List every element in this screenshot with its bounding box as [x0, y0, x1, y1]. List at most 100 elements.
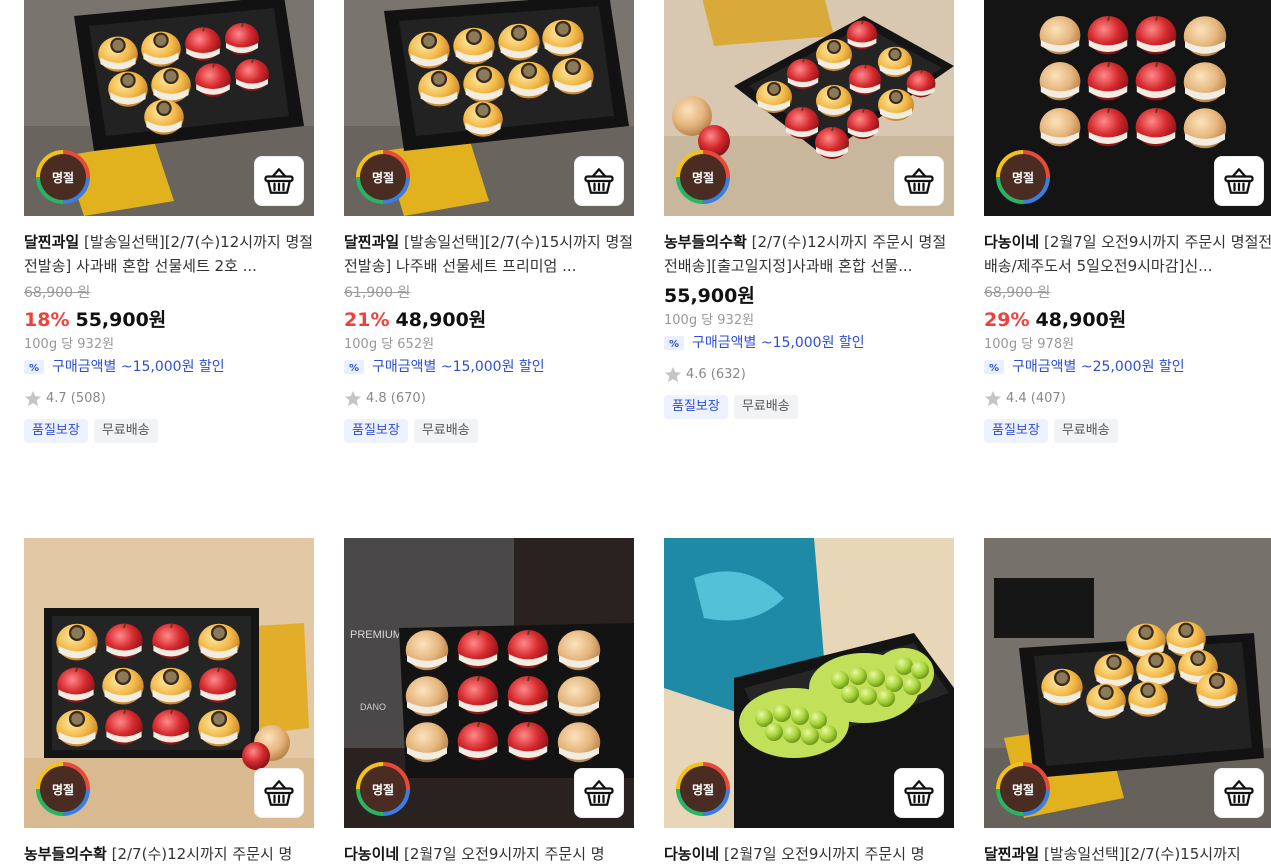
- product-title[interactable]: 다농이네 [2월7일 오전9시까지 주문시 명: [344, 842, 634, 867]
- box-brand-text-2: DANO: [360, 702, 386, 712]
- sale-price: 48,900원: [395, 309, 487, 331]
- holiday-badge: 명절: [36, 762, 90, 816]
- product-brand: 달찐과일: [984, 845, 1040, 863]
- rating-text: 4.6 (632): [686, 367, 746, 382]
- rating: 4.6 (632): [664, 362, 954, 388]
- basket-icon: [1221, 163, 1257, 199]
- sale-price-line: 21% 48,900원: [344, 306, 634, 334]
- box-brand-text: PREMIUM: [350, 629, 402, 641]
- basket-icon: [581, 775, 617, 811]
- star-icon: [344, 390, 362, 407]
- coupon-link[interactable]: 구매금액별 ~15,000원 할인: [344, 355, 634, 381]
- add-to-cart-button[interactable]: [1214, 768, 1264, 818]
- product-image[interactable]: 명절: [664, 538, 954, 828]
- product-image[interactable]: 명절: [24, 538, 314, 828]
- product-image[interactable]: PREMIUM DANO 명절: [344, 538, 634, 828]
- original-price: 68,900 원: [984, 285, 1051, 301]
- product-info: 다농이네 [2월7일 오전9시까지 주문시 명: [664, 842, 954, 867]
- product-brand: 농부들의수확: [24, 845, 107, 863]
- product-image[interactable]: 명절: [984, 0, 1271, 216]
- holiday-badge: 명절: [996, 150, 1050, 204]
- add-to-cart-button[interactable]: [894, 768, 944, 818]
- holiday-badge: 명절: [676, 150, 730, 204]
- product-image[interactable]: 명절: [664, 0, 954, 216]
- product-brand: 다농이네: [344, 845, 400, 863]
- unit-price: 100g 당 932원: [24, 337, 115, 352]
- tag-quality: 품질보장: [344, 419, 408, 443]
- holiday-badge: 명절: [356, 150, 410, 204]
- product-title[interactable]: 농부들의수확 [2/7(수)12시까지 주문시 명절전배송][출고일지정]사과배…: [664, 230, 954, 278]
- sale-price: 48,900원: [1035, 309, 1127, 331]
- sale-price: 55,900원: [75, 309, 167, 331]
- product-info: 달찐과일 [발송일선택][2/7(수)15시까지: [984, 842, 1271, 867]
- product-name: [2/7(수)12시까지 주문시 명: [111, 845, 293, 863]
- star-icon: [24, 390, 42, 407]
- discount-rate: 29%: [984, 309, 1030, 331]
- product-title[interactable]: 달찐과일 [발송일선택][2/7(수)12시까지 명절전발송] 사과배 혼합 선…: [24, 230, 314, 278]
- product-title[interactable]: 농부들의수확 [2/7(수)12시까지 주문시 명: [24, 842, 314, 867]
- rating-text: 4.7 (508): [46, 391, 106, 406]
- tag-quality: 품질보장: [984, 419, 1048, 443]
- coupon-link[interactable]: 구매금액별 ~15,000원 할인: [24, 355, 314, 381]
- add-to-cart-button[interactable]: [254, 768, 304, 818]
- product-brand: 다농이네: [664, 845, 720, 863]
- coupon-link[interactable]: 구매금액별 ~15,000원 할인: [664, 331, 954, 357]
- add-to-cart-button[interactable]: [1214, 156, 1264, 206]
- product-info: 농부들의수확 [2/7(수)12시까지 주문시 명: [24, 842, 314, 867]
- sale-price-line: 55,900원: [664, 282, 954, 310]
- discount-rate: 18%: [24, 309, 70, 331]
- star-icon: [664, 366, 682, 383]
- product-brand: 달찐과일: [24, 233, 80, 251]
- product-info: 농부들의수확 [2/7(수)12시까지 주문시 명절전배송][출고일지정]사과배…: [664, 230, 954, 419]
- unit-price: 100g 당 652원: [344, 337, 435, 352]
- product-image[interactable]: 명절: [24, 0, 314, 216]
- add-to-cart-button[interactable]: [574, 156, 624, 206]
- unit-price: 100g 당 978원: [984, 337, 1075, 352]
- sale-price-line: 29% 48,900원: [984, 306, 1271, 334]
- product-info: 다농이네 [2월7일 오전9시까지 주문시 명: [344, 842, 634, 867]
- product-title[interactable]: 달찐과일 [발송일선택][2/7(수)15시까지 명절전발송] 나주배 선물세트…: [344, 230, 634, 278]
- basket-icon: [261, 163, 297, 199]
- product-grid: 명절 달찐과일 [발송일선택][2/7(수)12시까지 명절전발송] 사과배 혼…: [0, 0, 1271, 867]
- coupon-icon: [984, 357, 1004, 381]
- add-to-cart-button[interactable]: [894, 156, 944, 206]
- rating: 4.7 (508): [24, 386, 314, 412]
- basket-icon: [261, 775, 297, 811]
- product-brand: 다농이네: [984, 233, 1040, 251]
- coupon-text: 구매금액별 ~15,000원 할인: [52, 359, 225, 375]
- holiday-badge: 명절: [996, 762, 1050, 816]
- basket-icon: [581, 163, 617, 199]
- product-image[interactable]: 명절: [984, 538, 1271, 828]
- product-title[interactable]: 다농이네 [2월7일 오전9시까지 주문시 명절전배송/제주도서 5일오전9시마…: [984, 230, 1271, 278]
- basket-icon: [1221, 775, 1257, 811]
- tag-free-shipping: 무료배송: [413, 419, 478, 443]
- coupon-icon: [344, 357, 364, 381]
- rating: 4.4 (407): [984, 386, 1271, 412]
- product-brand: 달찐과일: [344, 233, 400, 251]
- product-image[interactable]: 명절: [344, 0, 634, 216]
- coupon-icon: [24, 357, 44, 381]
- coupon-text: 구매금액별 ~25,000원 할인: [1012, 359, 1185, 375]
- tag-list: 품질보장 무료배송: [344, 419, 634, 443]
- product-info: 달찐과일 [발송일선택][2/7(수)12시까지 명절전발송] 사과배 혼합 선…: [24, 230, 314, 443]
- coupon-text: 구매금액별 ~15,000원 할인: [692, 335, 865, 351]
- tag-list: 품질보장 무료배송: [24, 419, 314, 443]
- tag-free-shipping: 무료배송: [93, 419, 158, 443]
- coupon-text: 구매금액별 ~15,000원 할인: [372, 359, 545, 375]
- product-title[interactable]: 달찐과일 [발송일선택][2/7(수)15시까지: [984, 842, 1271, 867]
- discount-rate: 21%: [344, 309, 390, 331]
- tag-list: 품질보장 무료배송: [664, 395, 954, 419]
- product-title[interactable]: 다농이네 [2월7일 오전9시까지 주문시 명: [664, 842, 954, 867]
- sale-price: 55,900원: [664, 285, 755, 307]
- tag-free-shipping: 무료배송: [1053, 419, 1118, 443]
- rating-text: 4.8 (670): [366, 391, 426, 406]
- add-to-cart-button[interactable]: [574, 768, 624, 818]
- holiday-badge: 명절: [356, 762, 410, 816]
- coupon-icon: [664, 333, 684, 357]
- coupon-link[interactable]: 구매금액별 ~25,000원 할인: [984, 355, 1271, 381]
- product-name: [발송일선택][2/7(수)15시까지: [1043, 845, 1241, 863]
- add-to-cart-button[interactable]: [254, 156, 304, 206]
- basket-icon: [901, 163, 937, 199]
- tag-quality: 품질보장: [24, 419, 88, 443]
- rating-text: 4.4 (407): [1006, 391, 1066, 406]
